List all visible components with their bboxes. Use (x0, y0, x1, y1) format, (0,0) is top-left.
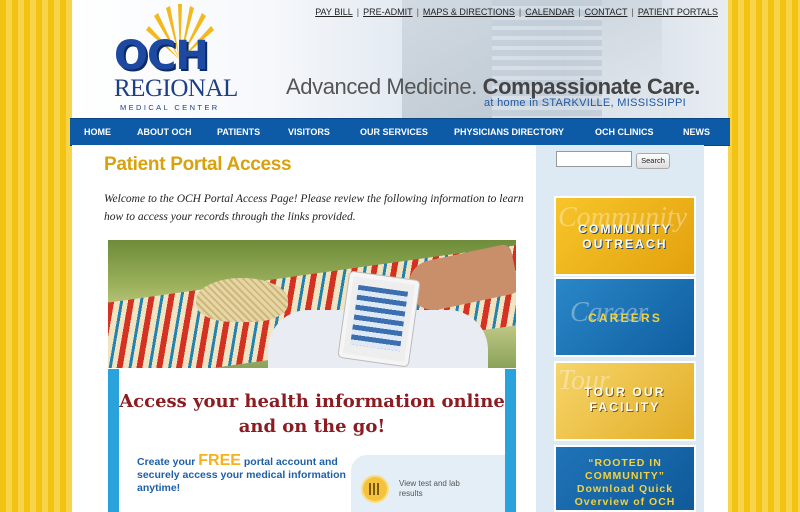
feature-label: View test and lab results (399, 479, 460, 498)
lab-results-feature: View test and lab results (351, 455, 505, 512)
careers-banner[interactable]: Career CAREERS (554, 277, 696, 357)
tablet-shape (338, 271, 420, 367)
logo-regional-text: REGIONAL (114, 75, 238, 102)
test-tubes-icon (361, 475, 389, 503)
banner-text: COMMUNITY OUTREACH (578, 222, 672, 251)
pay-bill-link[interactable]: PAY BILL (315, 7, 353, 17)
tour-facility-banner[interactable]: Tour TOUR OUR FACILITY (554, 361, 696, 441)
portal-promo-banner[interactable]: Access your health information online an… (108, 369, 516, 512)
banner-text: CAREERS (587, 311, 663, 325)
logo-medical-center-text: MEDICAL CENTER (120, 103, 220, 112)
main-nav: HOME ABOUT OCH PATIENTS VISITORS OUR SER… (70, 118, 730, 146)
calendar-link[interactable]: CALENDAR (525, 7, 574, 17)
contact-link[interactable]: CONTACT (585, 7, 628, 17)
nav-our-services[interactable]: OUR SERVICES (360, 127, 428, 137)
tagline-part1: Advanced Medicine. (286, 74, 477, 99)
intro-text: Welcome to the OCH Portal Access Page! P… (104, 193, 524, 223)
patient-portals-link[interactable]: PATIENT PORTALS (638, 7, 718, 17)
tagline-part2: Compassionate Care. (482, 74, 701, 99)
header-building-photo (402, 0, 492, 118)
nav-visitors[interactable]: VISITORS (288, 127, 330, 137)
separator: | (356, 7, 360, 17)
main-content: Patient Portal Access Welcome to the OCH… (72, 145, 536, 512)
och-logo[interactable]: OCH REGIONAL MEDICAL CENTER (108, 4, 248, 114)
page-container: PAY BILL | PRE-ADMIT | MAPS & DIRECTIONS | CAL… (70, 0, 730, 512)
search-input[interactable] (556, 151, 632, 167)
nav-about-och[interactable]: ABOUT OCH (137, 127, 192, 137)
site-header: PAY BILL | PRE-ADMIT | MAPS & DIRECTIONS | CAL… (72, 0, 728, 118)
separator: | (578, 7, 581, 17)
promo-heading: Access your health information online an… (119, 391, 505, 437)
straw-hat-shape (196, 278, 288, 322)
rooted-in-community-banner[interactable]: “ROOTED IN COMMUNITY” Download Quick Ove… (554, 445, 696, 512)
utility-links: PAY BILL | PRE-ADMIT | MAPS & DIRECTIONS | CAL… (315, 7, 718, 17)
separator: | (416, 7, 419, 17)
separator: | (631, 7, 634, 17)
nav-patients[interactable]: PATIENTS (217, 127, 260, 137)
page-title: Patient Portal Access (104, 154, 292, 175)
nav-home[interactable]: HOME (84, 127, 111, 137)
maps-directions-link[interactable]: MAPS & DIRECTIONS (423, 7, 515, 17)
nav-physicians-directory[interactable]: PHYSICIANS DIRECTORY (454, 127, 564, 137)
search-button[interactable]: Search (636, 153, 670, 169)
tagline-location: at home in STARKVILLE, MISSISSIPPI (484, 97, 686, 109)
logo-och-text: OCH (114, 33, 209, 79)
banner-text: “ROOTED IN COMMUNITY” Download Quick Ove… (574, 457, 676, 508)
promo-free: FREE (198, 452, 241, 469)
banner-text: TOUR OUR FACILITY (584, 385, 666, 414)
promo-pre: Create your (137, 456, 199, 468)
community-outreach-banner[interactable]: Community COMMUNITY OUTREACH (554, 196, 696, 276)
separator: | (518, 7, 522, 17)
hammock-tablet-photo (108, 240, 516, 368)
nav-och-clinics[interactable]: OCH CLINICS (595, 127, 654, 137)
nav-news[interactable]: NEWS (683, 127, 710, 137)
sidebar: Search Community COMMUNITY OUTREACH Care… (536, 145, 704, 512)
pre-admit-link[interactable]: PRE-ADMIT (363, 7, 413, 17)
promo-subtext: Create your FREE portal account and secu… (137, 452, 347, 495)
